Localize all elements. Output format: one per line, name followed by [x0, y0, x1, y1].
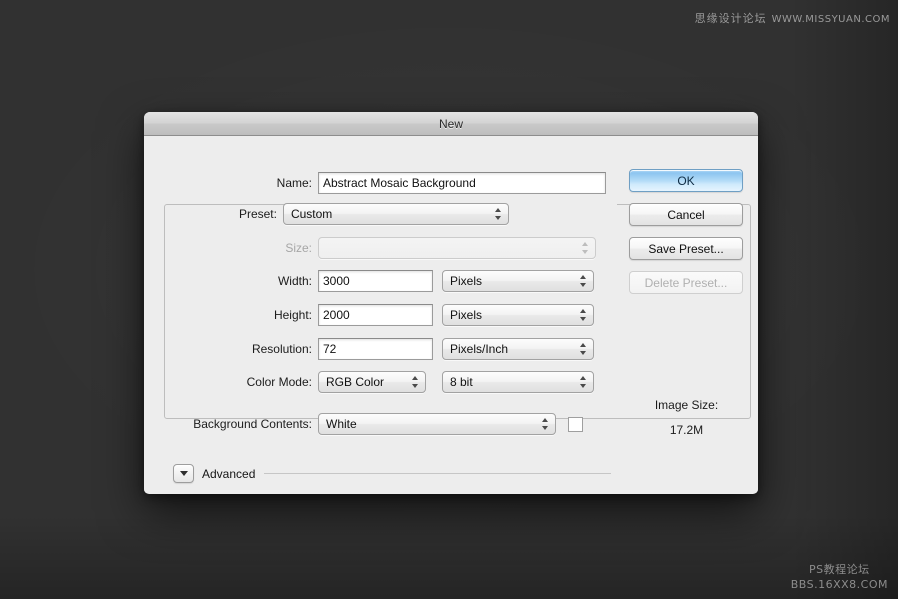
- chevron-updown-icon: [495, 207, 502, 221]
- image-size-label: Image Size:: [654, 398, 719, 412]
- dialog-titlebar: New: [144, 112, 758, 136]
- resolution-row: Resolution: 72 Pixels/Inch: [144, 338, 604, 360]
- save-preset-button-label: Save Preset...: [648, 241, 724, 256]
- background-color-swatch[interactable]: [568, 416, 583, 432]
- color-mode-dropdown[interactable]: RGB Color: [318, 371, 426, 393]
- advanced-section: Advanced: [173, 464, 613, 483]
- resolution-unit-value: Pixels/Inch: [450, 342, 509, 356]
- image-size-value: 17.2M: [669, 423, 704, 437]
- resolution-label: Resolution:: [251, 342, 312, 356]
- size-row: Size:: [144, 237, 604, 259]
- watermark-bottom-line1: PS教程论坛: [809, 563, 870, 577]
- dialog-body: Name: Abstract Mosaic Background Preset:…: [144, 136, 758, 493]
- width-label: Width:: [277, 274, 312, 288]
- name-label: Name:: [276, 176, 312, 190]
- advanced-divider: [264, 473, 611, 474]
- chevron-updown-icon: [580, 308, 587, 322]
- preset-label: Preset:: [238, 207, 277, 221]
- size-label: Size:: [285, 241, 312, 255]
- color-mode-label: Color Mode:: [246, 375, 312, 389]
- name-input[interactable]: Abstract Mosaic Background: [318, 172, 606, 194]
- chevron-updown-icon: [542, 417, 549, 431]
- resolution-input[interactable]: 72: [318, 338, 433, 360]
- watermark-bottom-line2: BBS.16XX8.COM: [790, 578, 888, 592]
- background-contents-row: Background Contents: White: [144, 413, 624, 435]
- save-preset-button[interactable]: Save Preset...: [629, 237, 743, 260]
- chevron-updown-icon: [582, 241, 589, 255]
- width-unit-value: Pixels: [450, 274, 483, 288]
- dialog-title: New: [438, 116, 463, 131]
- width-row: Width: 3000 Pixels: [144, 270, 604, 292]
- background-contents-dropdown[interactable]: White: [318, 413, 556, 435]
- chevron-updown-icon: [580, 274, 587, 288]
- disclosure-triangle-icon[interactable]: [173, 464, 194, 483]
- height-input[interactable]: 2000: [318, 304, 433, 326]
- height-unit-dropdown[interactable]: Pixels: [442, 304, 594, 326]
- watermark-top: 思缘设计论坛 WWW.MISSYUAN.COM: [695, 10, 890, 26]
- advanced-label: Advanced: [202, 466, 256, 481]
- bit-depth-value: 8 bit: [450, 375, 473, 389]
- ok-button[interactable]: OK: [629, 169, 743, 192]
- height-row: Height: 2000 Pixels: [144, 304, 604, 326]
- image-size-block: Image Size: 17.2M: [614, 398, 758, 437]
- delete-preset-button: Delete Preset...: [629, 271, 743, 294]
- cancel-button-label: Cancel: [667, 207, 705, 222]
- save-preset-button-label-wrap: Save Preset...: [629, 237, 743, 260]
- preset-dropdown[interactable]: Custom: [282, 203, 509, 225]
- preset-row: Preset: Custom: [144, 203, 509, 225]
- preset-dropdown-value: Custom: [290, 207, 333, 221]
- chevron-updown-icon: [580, 342, 587, 356]
- width-unit-dropdown[interactable]: Pixels: [442, 270, 594, 292]
- color-mode-row: Color Mode: RGB Color 8 bit: [144, 371, 604, 393]
- ok-button-label-wrap: OK: [629, 169, 743, 192]
- height-label: Height:: [273, 308, 312, 322]
- background-contents-value: White: [326, 417, 357, 431]
- name-row: Name: Abstract Mosaic Background: [144, 172, 609, 194]
- height-unit-value: Pixels: [450, 308, 483, 322]
- new-document-dialog: New Name: Abstract Mosaic Background Pre…: [144, 112, 758, 494]
- bit-depth-dropdown[interactable]: 8 bit: [442, 371, 594, 393]
- chevron-updown-icon: [580, 375, 587, 389]
- size-dropdown: [318, 237, 596, 259]
- cancel-button-label-wrap: Cancel: [629, 203, 743, 226]
- watermark-bottom: PS教程论坛 BBS.16XX8.COM: [791, 563, 888, 593]
- width-input[interactable]: 3000: [318, 270, 433, 292]
- watermark-top-chinese: 思缘设计论坛: [694, 12, 767, 25]
- watermark-top-url: WWW.MISSYUAN.COM: [771, 14, 890, 25]
- ok-button-label: OK: [677, 173, 695, 188]
- resolution-unit-dropdown[interactable]: Pixels/Inch: [442, 338, 594, 360]
- delete-preset-button-label-wrap: Delete Preset...: [629, 271, 743, 294]
- chevron-updown-icon: [412, 375, 419, 389]
- color-mode-value: RGB Color: [326, 375, 385, 389]
- background-contents-label: Background Contents:: [193, 417, 312, 431]
- cancel-button[interactable]: Cancel: [629, 203, 743, 226]
- delete-preset-button-label: Delete Preset...: [644, 275, 728, 290]
